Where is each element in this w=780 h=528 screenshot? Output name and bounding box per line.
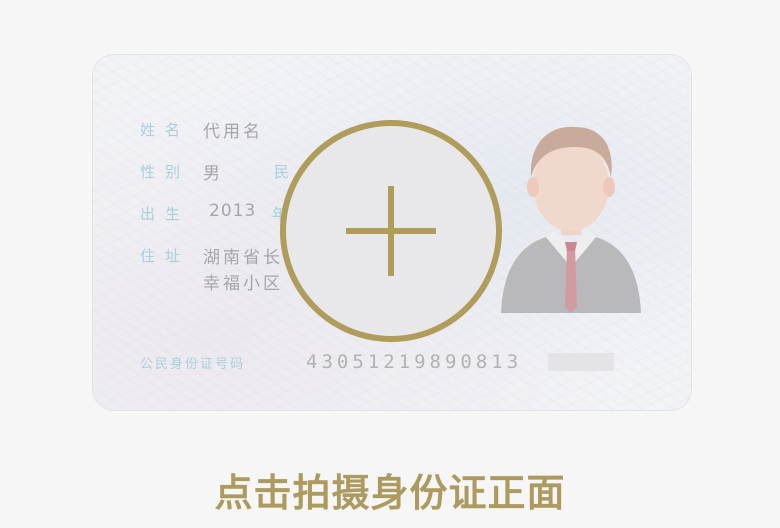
name-value: 代用名 xyxy=(203,122,263,142)
plus-icon xyxy=(388,186,394,276)
gender-value: 男 xyxy=(203,164,223,184)
address-label: 住址 xyxy=(140,247,191,265)
avatar-portrait-image xyxy=(501,126,641,313)
id-card-upload-screen: 姓名 代用名 性别 男 民 出生 2013 年 住址 湖南省长 幸福小区 公民身… xyxy=(0,0,780,528)
address-line-1: 湖南省长 xyxy=(203,248,283,268)
name-label: 姓名 xyxy=(140,121,191,139)
capture-id-front-caption[interactable]: 点击拍摄身份证正面 xyxy=(0,462,780,517)
address-line-2: 幸福小区 xyxy=(203,274,283,294)
id-number-label: 公民身份证号码 xyxy=(140,357,246,372)
id-number: 43051219890813 xyxy=(306,351,523,373)
gender-label: 性别 xyxy=(140,163,191,181)
capture-id-front-button[interactable] xyxy=(280,120,502,342)
birth-year: 2013 xyxy=(209,201,257,221)
id-number-mask xyxy=(548,353,614,371)
birth-label: 出生 xyxy=(140,205,191,223)
